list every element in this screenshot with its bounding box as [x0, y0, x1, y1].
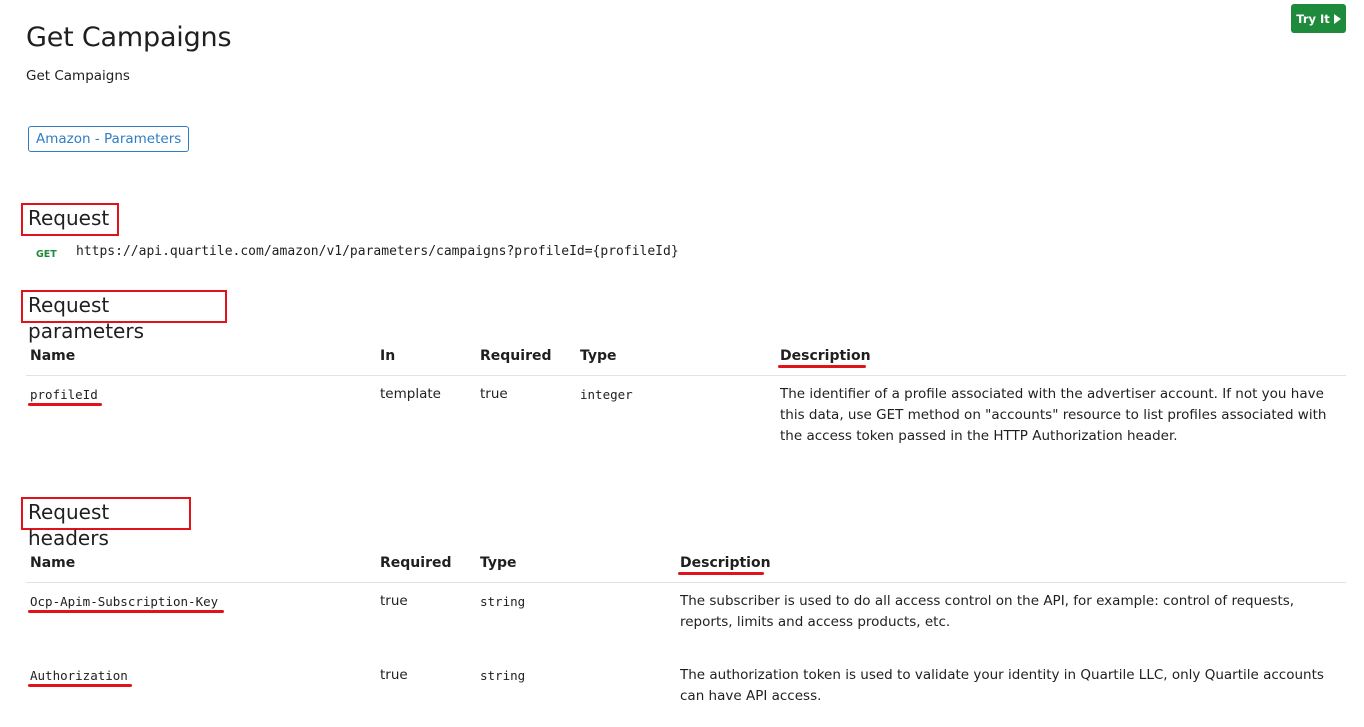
param-description: The identifier of a profile associated w…: [780, 386, 1327, 444]
api-tag-link[interactable]: Amazon - Parameters: [28, 126, 190, 152]
request-heading: Request: [21, 203, 119, 236]
param-name-underline: [28, 403, 102, 406]
col-description: Description: [780, 348, 871, 364]
param-required: true: [480, 386, 508, 402]
param-in: template: [380, 386, 441, 402]
header-type: string: [480, 594, 526, 609]
header-name-underline: [28, 610, 224, 613]
description-underline: [678, 572, 764, 575]
page-title: Get Campaigns: [26, 22, 232, 53]
header-description: The authorization token is used to valid…: [680, 667, 1324, 704]
param-name: profileId: [30, 387, 98, 402]
request-url: https://api.quartile.com/amazon/v1/param…: [76, 244, 679, 259]
col-type: Type: [580, 348, 617, 364]
try-it-label: Try It: [1296, 11, 1330, 26]
table-divider: [26, 582, 1346, 583]
try-it-button[interactable]: Try It: [1291, 4, 1346, 33]
header-description: The subscriber is used to do all access …: [680, 593, 1295, 630]
description-underline: [778, 365, 866, 368]
col-description: Description: [680, 555, 771, 571]
header-name: Ocp-Apim-Subscription-Key: [30, 594, 219, 609]
header-name-underline: [28, 684, 132, 687]
header-required: true: [380, 593, 408, 609]
col-in: In: [380, 348, 396, 364]
col-required: Required: [480, 348, 552, 364]
col-type: Type: [480, 555, 517, 571]
header-type: string: [480, 668, 526, 683]
page-subtitle: Get Campaigns: [26, 68, 130, 84]
table-divider: [26, 375, 1346, 376]
header-required: true: [380, 667, 408, 683]
header-name: Authorization: [30, 668, 128, 683]
request-parameters-heading: Request parameters: [21, 290, 227, 343]
col-required: Required: [380, 555, 452, 571]
col-name: Name: [30, 348, 76, 364]
param-type: integer: [580, 387, 633, 402]
http-method-badge: GET: [36, 249, 57, 260]
request-headers-heading: Request headers: [21, 497, 191, 550]
col-name: Name: [30, 555, 76, 571]
play-icon: [1333, 13, 1341, 24]
